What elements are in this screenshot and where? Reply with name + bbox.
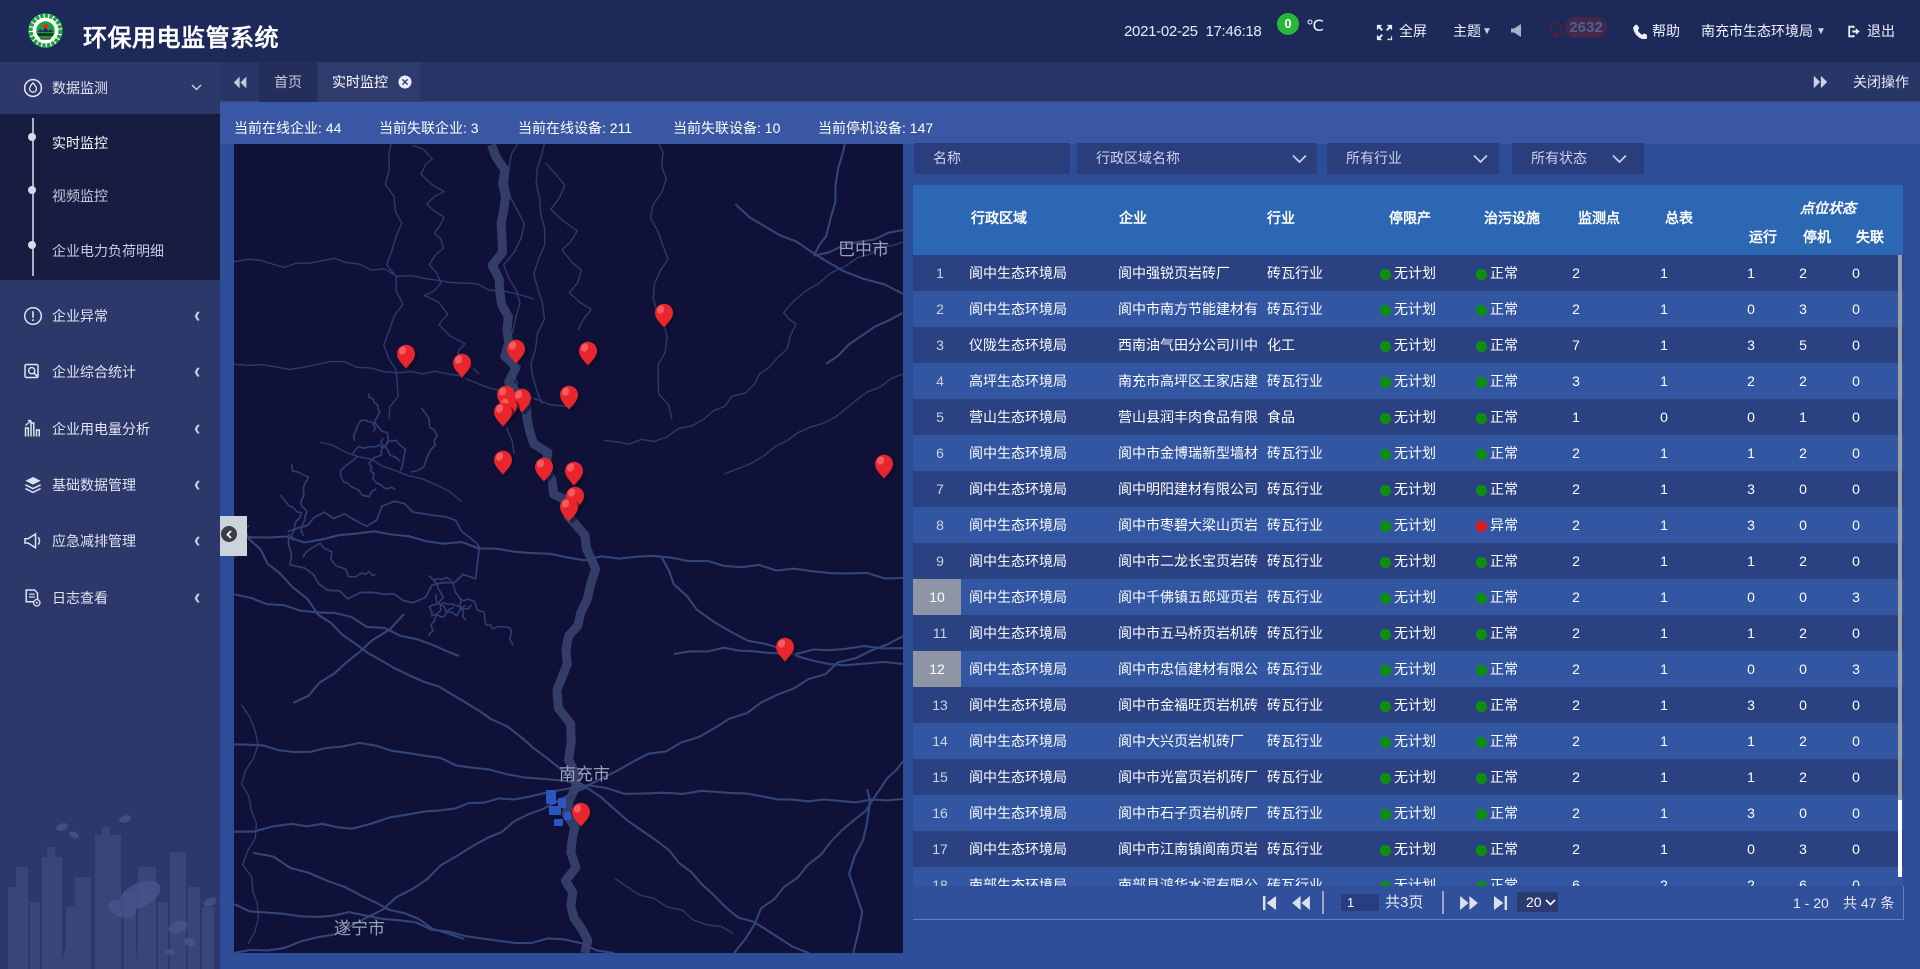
svg-text:巴中市: 巴中市 — [838, 240, 889, 259]
svg-text:南充市: 南充市 — [559, 765, 610, 784]
svg-text:遂宁市: 遂宁市 — [334, 919, 385, 938]
